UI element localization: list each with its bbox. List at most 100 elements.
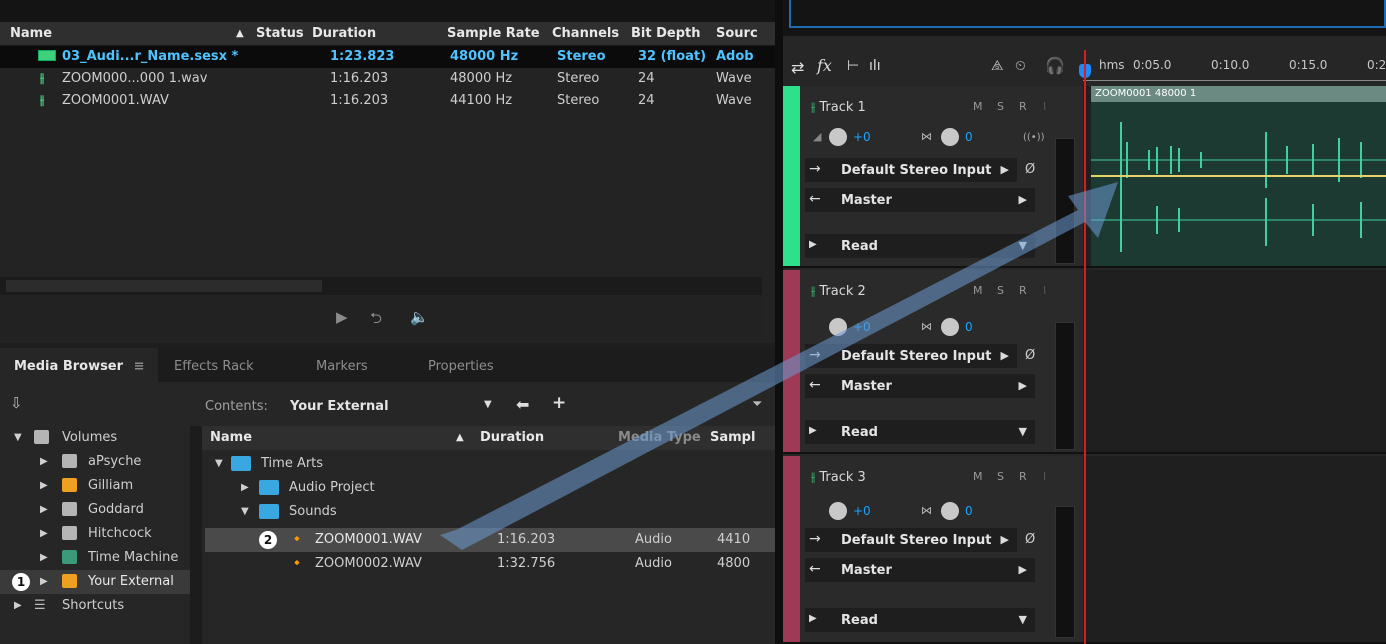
volume-knob[interactable] (829, 128, 847, 146)
fx-icon[interactable]: fx (817, 56, 832, 75)
file-row[interactable]: ⫲ ZOOM000...000 1.wav 1:16.203 48000 Hz … (0, 68, 775, 90)
mute-button[interactable]: M (973, 470, 983, 483)
tab-media-browser[interactable]: Media Browser ≡ (0, 348, 159, 382)
audio-clip[interactable]: ZOOM0001 48000 1 (1091, 86, 1386, 266)
col-sample[interactable]: Sampl (710, 430, 755, 445)
input-select[interactable]: → Default Stereo Input ▶ (805, 344, 1017, 368)
col-source[interactable]: Sourc (716, 26, 758, 41)
record-arm-button[interactable]: R (1019, 100, 1027, 113)
output-select[interactable]: ← Master ▶ (805, 374, 1035, 398)
input-monitor-button[interactable]: I (1043, 470, 1046, 483)
tab-properties[interactable]: Properties (414, 348, 508, 382)
panel-menu-icon[interactable]: ≡ (134, 359, 145, 374)
track-color-strip[interactable] (783, 270, 800, 452)
file-row[interactable]: ⫲ ZOOM0001.WAV 1:16.203 44100 Hz Stereo … (0, 90, 775, 112)
volume-item-selected[interactable]: 1 ▶ Your External (0, 570, 190, 594)
add-shortcut-icon[interactable]: + (552, 393, 566, 413)
track-2-lane[interactable] (1083, 270, 1386, 454)
pan-value[interactable]: 0 (965, 320, 973, 334)
automation-mode-select[interactable]: ▶ Read ▼ (805, 420, 1035, 444)
track-3-lane[interactable] (1083, 456, 1386, 644)
volume-knob[interactable] (829, 318, 847, 336)
col-duration[interactable]: Duration (312, 26, 376, 41)
col-name[interactable]: Name (10, 26, 52, 41)
track-color-strip[interactable] (783, 86, 800, 266)
autoplay-speaker-icon[interactable]: 🔈 (410, 308, 429, 326)
record-arm-button[interactable]: R (1019, 470, 1027, 483)
import-icon[interactable]: ⇩ (10, 394, 23, 412)
sort-asc-icon[interactable]: ▲ (236, 28, 244, 39)
filter-icon[interactable]: ⏷ (752, 397, 762, 412)
col-status[interactable]: Status (256, 26, 304, 41)
back-arrow-icon[interactable]: ⬅ (516, 395, 529, 414)
shortcuts-item[interactable]: ▶ ☰ Shortcuts (0, 594, 190, 618)
solo-button[interactable]: S (997, 470, 1004, 483)
stereo-icon[interactable]: ((•)) (1023, 132, 1045, 143)
loop-icon[interactable]: ⮌ (370, 308, 382, 333)
volume-item[interactable]: ▶ Time Machine (0, 546, 190, 570)
playhead-line[interactable] (1084, 50, 1086, 644)
volume-item[interactable]: ▶ Hitchcock (0, 522, 190, 546)
headphones-icon[interactable]: 🎧 (1045, 56, 1065, 75)
panel-divider[interactable] (775, 0, 783, 644)
volume-item[interactable]: ▶ aPsyche (0, 450, 190, 474)
volume-value[interactable]: +0 (853, 320, 871, 334)
solo-button[interactable]: S (997, 100, 1004, 113)
chevron-down-icon[interactable]: ▼ (484, 399, 492, 410)
record-arm-button[interactable]: R (1019, 284, 1027, 297)
volume-knob[interactable] (829, 502, 847, 520)
tree-file-selected[interactable]: 2 🔸 ZOOM0001.WAV 1:16.203 Audio 4410 (205, 528, 775, 552)
sends-icon[interactable]: ⊢ (847, 58, 859, 74)
col-channels[interactable]: Channels (552, 26, 619, 41)
col-media-type[interactable]: Media Type (618, 430, 701, 445)
col-sample-rate[interactable]: Sample Rate (447, 26, 540, 41)
inputs-outputs-icon[interactable]: ⇄ (791, 58, 804, 77)
output-select[interactable]: ← Master ▶ (805, 188, 1035, 212)
volume-value[interactable]: +0 (853, 504, 871, 518)
col-name[interactable]: Name (210, 430, 252, 445)
metronome-icon[interactable]: ⧌ (991, 58, 1004, 74)
solo-button[interactable]: S (997, 284, 1004, 297)
tab-markers[interactable]: Markers (302, 348, 382, 382)
scroll-thumb[interactable] (6, 280, 322, 292)
phase-icon[interactable]: Ø (1025, 532, 1035, 547)
track-color-strip[interactable] (783, 456, 800, 642)
mute-button[interactable]: M (973, 100, 983, 113)
files-hscrollbar[interactable] (0, 277, 762, 295)
play-icon[interactable]: ▶ (336, 308, 348, 326)
tree-folder[interactable]: ▼ Sounds (205, 500, 775, 524)
pan-knob[interactable] (941, 502, 959, 520)
contents-dropdown[interactable]: Your External (290, 399, 389, 414)
pan-knob[interactable] (941, 128, 959, 146)
file-row[interactable]: 03_Audi...r_Name.sesx * 1:23.823 48000 H… (0, 46, 775, 68)
volumes-root[interactable]: ▼ Volumes (0, 426, 190, 450)
tab-effects-rack[interactable]: Effects Rack (160, 348, 268, 382)
col-bit-depth[interactable]: Bit Depth (631, 26, 701, 41)
input-monitor-button[interactable]: I (1043, 100, 1046, 113)
phase-icon[interactable]: Ø (1025, 162, 1035, 177)
phase-icon[interactable]: Ø (1025, 348, 1035, 363)
input-monitor-button[interactable]: I (1043, 284, 1046, 297)
time-ruler[interactable]: hms 0:05.0 0:10.0 0:15.0 0:2 (1083, 50, 1386, 86)
volume-item[interactable]: ▶ Goddard (0, 498, 190, 522)
input-select[interactable]: → Default Stereo Input ▶ (805, 158, 1017, 182)
mute-button[interactable]: M (973, 284, 983, 297)
track-name[interactable]: ⫲ Track 3 (811, 470, 866, 485)
sort-asc-icon[interactable]: ▲ (456, 432, 464, 443)
pan-knob[interactable] (941, 318, 959, 336)
track-name[interactable]: ⫲ Track 2 (811, 284, 866, 299)
split-handle[interactable] (190, 426, 202, 644)
pan-value[interactable]: 0 (965, 504, 973, 518)
tree-file[interactable]: 🔸 ZOOM0002.WAV 1:32.756 Audio 4800 (205, 552, 775, 576)
timer-icon[interactable]: ⏲ (1015, 58, 1026, 74)
automation-mode-select[interactable]: ▶ Read ▼ (805, 608, 1035, 632)
eq-icon[interactable]: ılı (869, 58, 881, 74)
volume-item[interactable]: ▶ Gilliam (0, 474, 190, 498)
tree-folder[interactable]: ▶ Audio Project (205, 476, 775, 500)
tree-folder[interactable]: ▼ Time Arts (205, 452, 775, 476)
output-select[interactable]: ← Master ▶ (805, 558, 1035, 582)
automation-mode-select[interactable]: ▶ Read ▼ (805, 234, 1035, 258)
pan-value[interactable]: 0 (965, 130, 973, 144)
track-name[interactable]: ⫲ Track 1 (811, 100, 866, 115)
col-duration[interactable]: Duration (480, 430, 544, 445)
